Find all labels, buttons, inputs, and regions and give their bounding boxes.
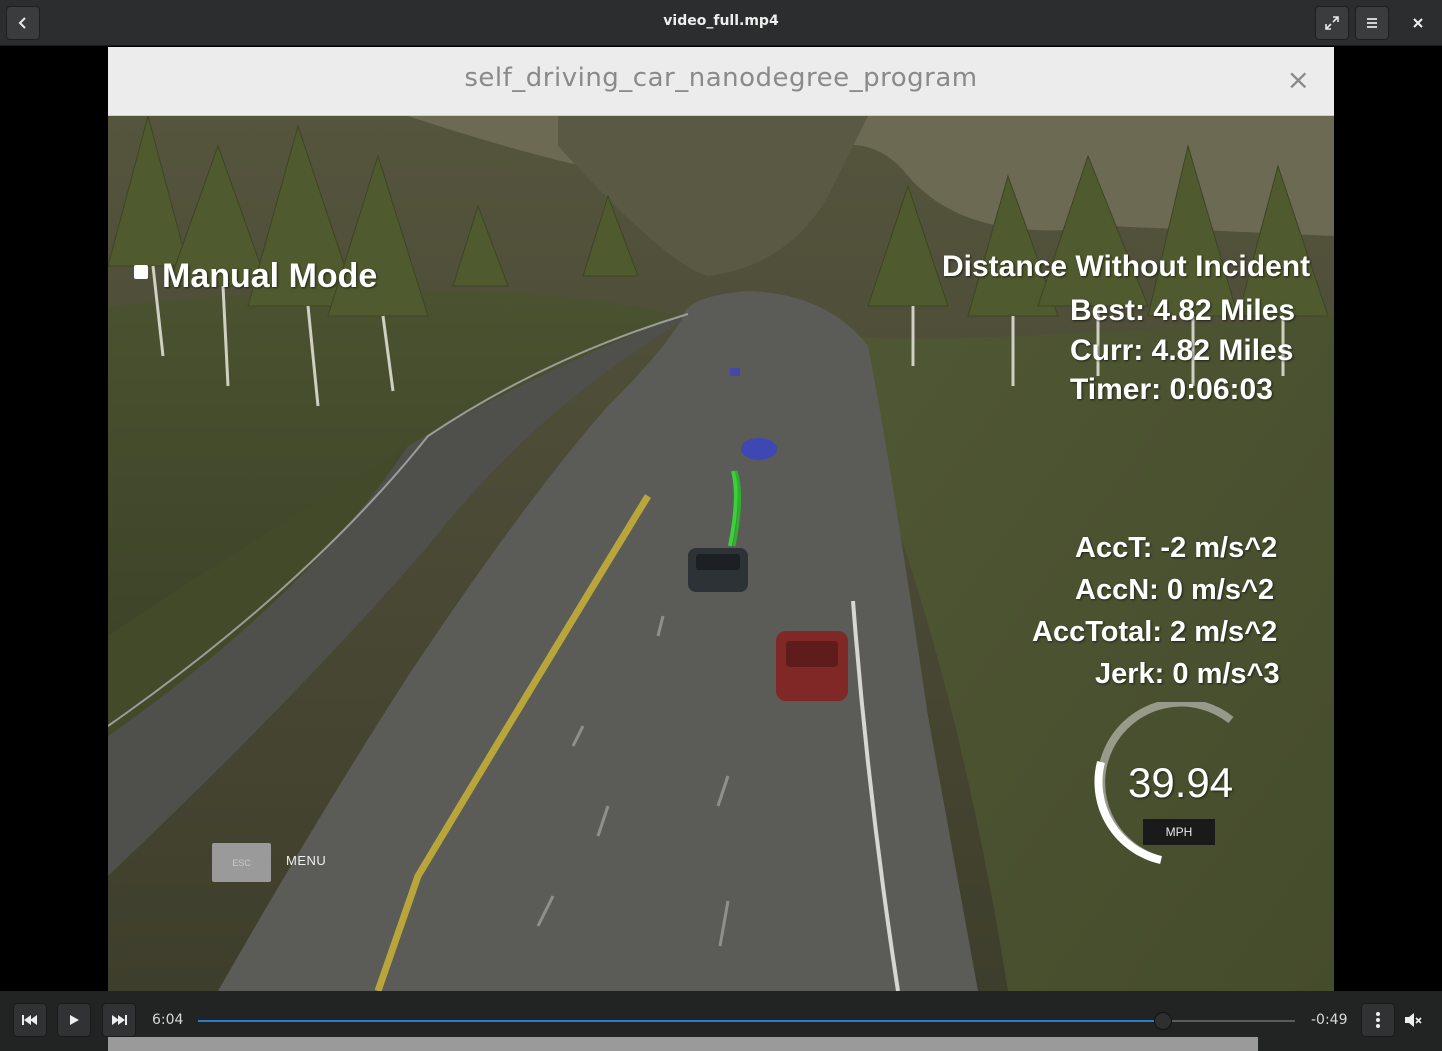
speed-value: 39.94 [1128, 759, 1234, 806]
simulator-title: self_driving_car_nanodegree_program [464, 63, 978, 93]
manual-mode-label: Manual Mode [162, 257, 378, 295]
speed-unit: MPH [1143, 819, 1215, 845]
close-icon [1413, 18, 1423, 28]
best-distance: Best: 4.82 Miles [1070, 294, 1296, 327]
timer: Timer: 0:06:03 [1070, 373, 1273, 406]
acctotal-readout: AccTotal: 2 m/s^2 [1032, 616, 1278, 648]
window-header: video_full.mp4 [0, 0, 1442, 46]
seek-handle[interactable] [1154, 1012, 1173, 1030]
video-bottom-strip [108, 1037, 1258, 1051]
remaining-time: -0:49 [1311, 1012, 1348, 1028]
simulator-titlebar: self_driving_car_nanodegree_program × [108, 47, 1334, 116]
elapsed-time: 6:04 [152, 1012, 184, 1028]
blue-car [741, 438, 777, 460]
current-distance: Curr: 4.82 Miles [1070, 334, 1294, 367]
close-button[interactable] [1401, 6, 1435, 40]
fullscreen-icon [1325, 16, 1339, 30]
hamburger-menu-icon [1367, 18, 1377, 28]
esc-key[interactable]: ESC [212, 843, 271, 882]
volume-muted-icon [1405, 1013, 1422, 1027]
menu-label: MENU [286, 853, 327, 868]
window-title: video_full.mp4 [663, 13, 779, 29]
skip-forward-icon [112, 1015, 127, 1025]
jerk-readout: Jerk: 0 m/s^3 [1095, 658, 1280, 690]
video-frame[interactable]: self_driving_car_nanodegree_program × Ma… [108, 47, 1334, 991]
fullscreen-button[interactable] [1315, 6, 1349, 40]
skip-back-icon [22, 1015, 37, 1025]
seek-progress [198, 1020, 1164, 1022]
menu-button[interactable] [1355, 6, 1389, 40]
previous-button[interactable] [13, 1003, 47, 1037]
accn-readout: AccN: 0 m/s^2 [1075, 574, 1275, 606]
seek-bar[interactable] [198, 1012, 1295, 1030]
volume-button[interactable] [1396, 1003, 1430, 1037]
simulator-close-icon: × [1286, 63, 1310, 96]
distance-heading: Distance Without Incident [942, 250, 1311, 283]
manual-mode-checkbox[interactable] [134, 265, 148, 279]
play-button[interactable] [57, 1003, 91, 1037]
acct-readout: AccT: -2 m/s^2 [1075, 532, 1278, 564]
options-button[interactable] [1361, 1003, 1395, 1037]
play-icon [70, 1015, 79, 1025]
next-button[interactable] [102, 1003, 136, 1037]
far-car [730, 368, 740, 376]
vertical-dots-icon [1376, 1012, 1380, 1028]
